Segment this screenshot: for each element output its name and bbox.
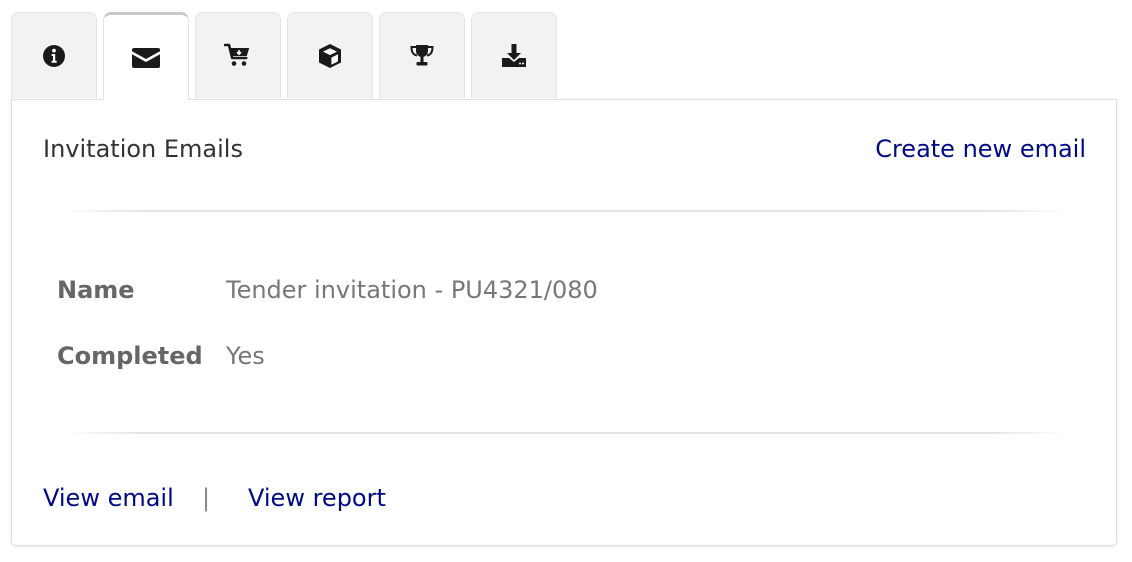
trophy-icon bbox=[410, 44, 434, 65]
name-label: Name bbox=[57, 276, 135, 304]
cart-icon bbox=[224, 43, 250, 66]
tab-award[interactable] bbox=[379, 12, 465, 98]
create-new-email-link[interactable]: Create new email bbox=[875, 134, 1086, 164]
tab-bar bbox=[11, 12, 563, 100]
link-separator: | bbox=[202, 484, 211, 512]
envelope-icon bbox=[132, 47, 160, 68]
name-value: Tender invitation - PU4321/080 bbox=[226, 276, 598, 304]
tab-product[interactable] bbox=[287, 12, 373, 98]
tab-info[interactable] bbox=[11, 12, 97, 98]
completed-label: Completed bbox=[57, 342, 203, 370]
panel-title: Invitation Emails bbox=[43, 135, 243, 163]
tab-emails[interactable] bbox=[103, 12, 189, 100]
completed-value: Yes bbox=[226, 342, 265, 370]
tab-download[interactable] bbox=[471, 12, 557, 98]
view-email-link[interactable]: View email bbox=[43, 483, 174, 513]
divider bbox=[62, 210, 1068, 212]
cube-icon bbox=[319, 43, 341, 68]
download-icon bbox=[502, 43, 526, 67]
view-report-link[interactable]: View report bbox=[248, 483, 386, 513]
tab-cart[interactable] bbox=[195, 12, 281, 98]
divider bbox=[62, 432, 1068, 434]
info-icon bbox=[43, 44, 65, 67]
invitation-emails-panel: Invitation Emails Create new email Name … bbox=[11, 99, 1117, 546]
